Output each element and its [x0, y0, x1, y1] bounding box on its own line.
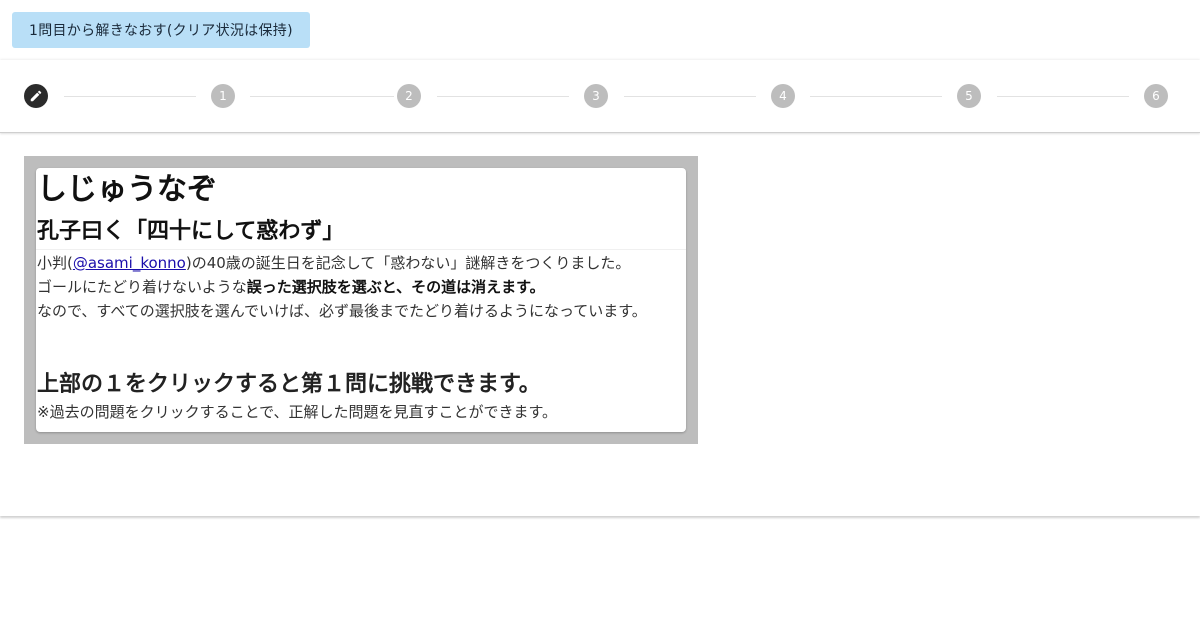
top-toolbar: 1問目から解きなおす(クリア状況は保持): [0, 0, 1200, 60]
intro-line-1-suffix: )の40歳の誕生日を記念して「惑わない」謎解きをつくりました。: [185, 254, 631, 272]
author-link[interactable]: @asami_konno: [73, 254, 186, 272]
step-connector: [250, 96, 394, 97]
step-connector: [64, 96, 196, 97]
step-connector: [624, 96, 756, 97]
step-5[interactable]: 5: [957, 84, 981, 108]
step-1[interactable]: 1: [211, 84, 235, 108]
main-card: 1 2 3 4 5 6 しじゅうなぞ 孔子曰く「四十にして惑わず」 小判(@as…: [0, 60, 1200, 516]
restart-button[interactable]: 1問目から解きなおす(クリア状況は保持): [12, 12, 310, 48]
page-title: しじゅうなぞ: [37, 172, 217, 207]
intro-line-2-bold: 誤った選択肢を選ぶと、その道は消えます。: [246, 278, 545, 296]
step-connector: [437, 96, 569, 97]
step-3[interactable]: 3: [584, 84, 608, 108]
review-note: ※過去の問題をクリックすることで、正解した問題を見直すことができます。: [37, 403, 558, 421]
step-connector: [997, 96, 1129, 97]
intro-panel: しじゅうなぞ 孔子曰く「四十にして惑わず」 小判(@asami_konno)の4…: [36, 168, 686, 432]
intro-line-1: 小判(@asami_konno)の40歳の誕生日を記念して「惑わない」謎解きをつ…: [37, 251, 685, 275]
intro-line-1-prefix: 小判(: [37, 254, 73, 272]
step-intro[interactable]: [24, 84, 48, 108]
intro-text: 小判(@asami_konno)の40歳の誕生日を記念して「惑わない」謎解きをつ…: [36, 249, 686, 323]
step-4[interactable]: 4: [771, 84, 795, 108]
content-frame: しじゅうなぞ 孔子曰く「四十にして惑わず」 小判(@asami_konno)の4…: [24, 156, 698, 444]
intro-line-2-prefix: ゴールにたどり着けないような: [37, 278, 247, 296]
pencil-icon: [30, 90, 42, 102]
page-subtitle: 孔子曰く「四十にして惑わず」: [37, 219, 345, 244]
step-6[interactable]: 6: [1144, 84, 1168, 108]
intro-line-3: なので、すべての選択肢を選んでいけば、必ず最後までたどり着けるようになっています…: [37, 302, 647, 320]
step-connector: [810, 96, 942, 97]
intro-line-2: ゴールにたどり着けないような誤った選択肢を選ぶと、その道は消えます。: [37, 275, 685, 299]
stepper: 1 2 3 4 5 6: [0, 60, 1200, 133]
step-2[interactable]: 2: [397, 84, 421, 108]
start-instruction: 上部の１をクリックすると第１問に挑戦できます。: [37, 372, 541, 397]
